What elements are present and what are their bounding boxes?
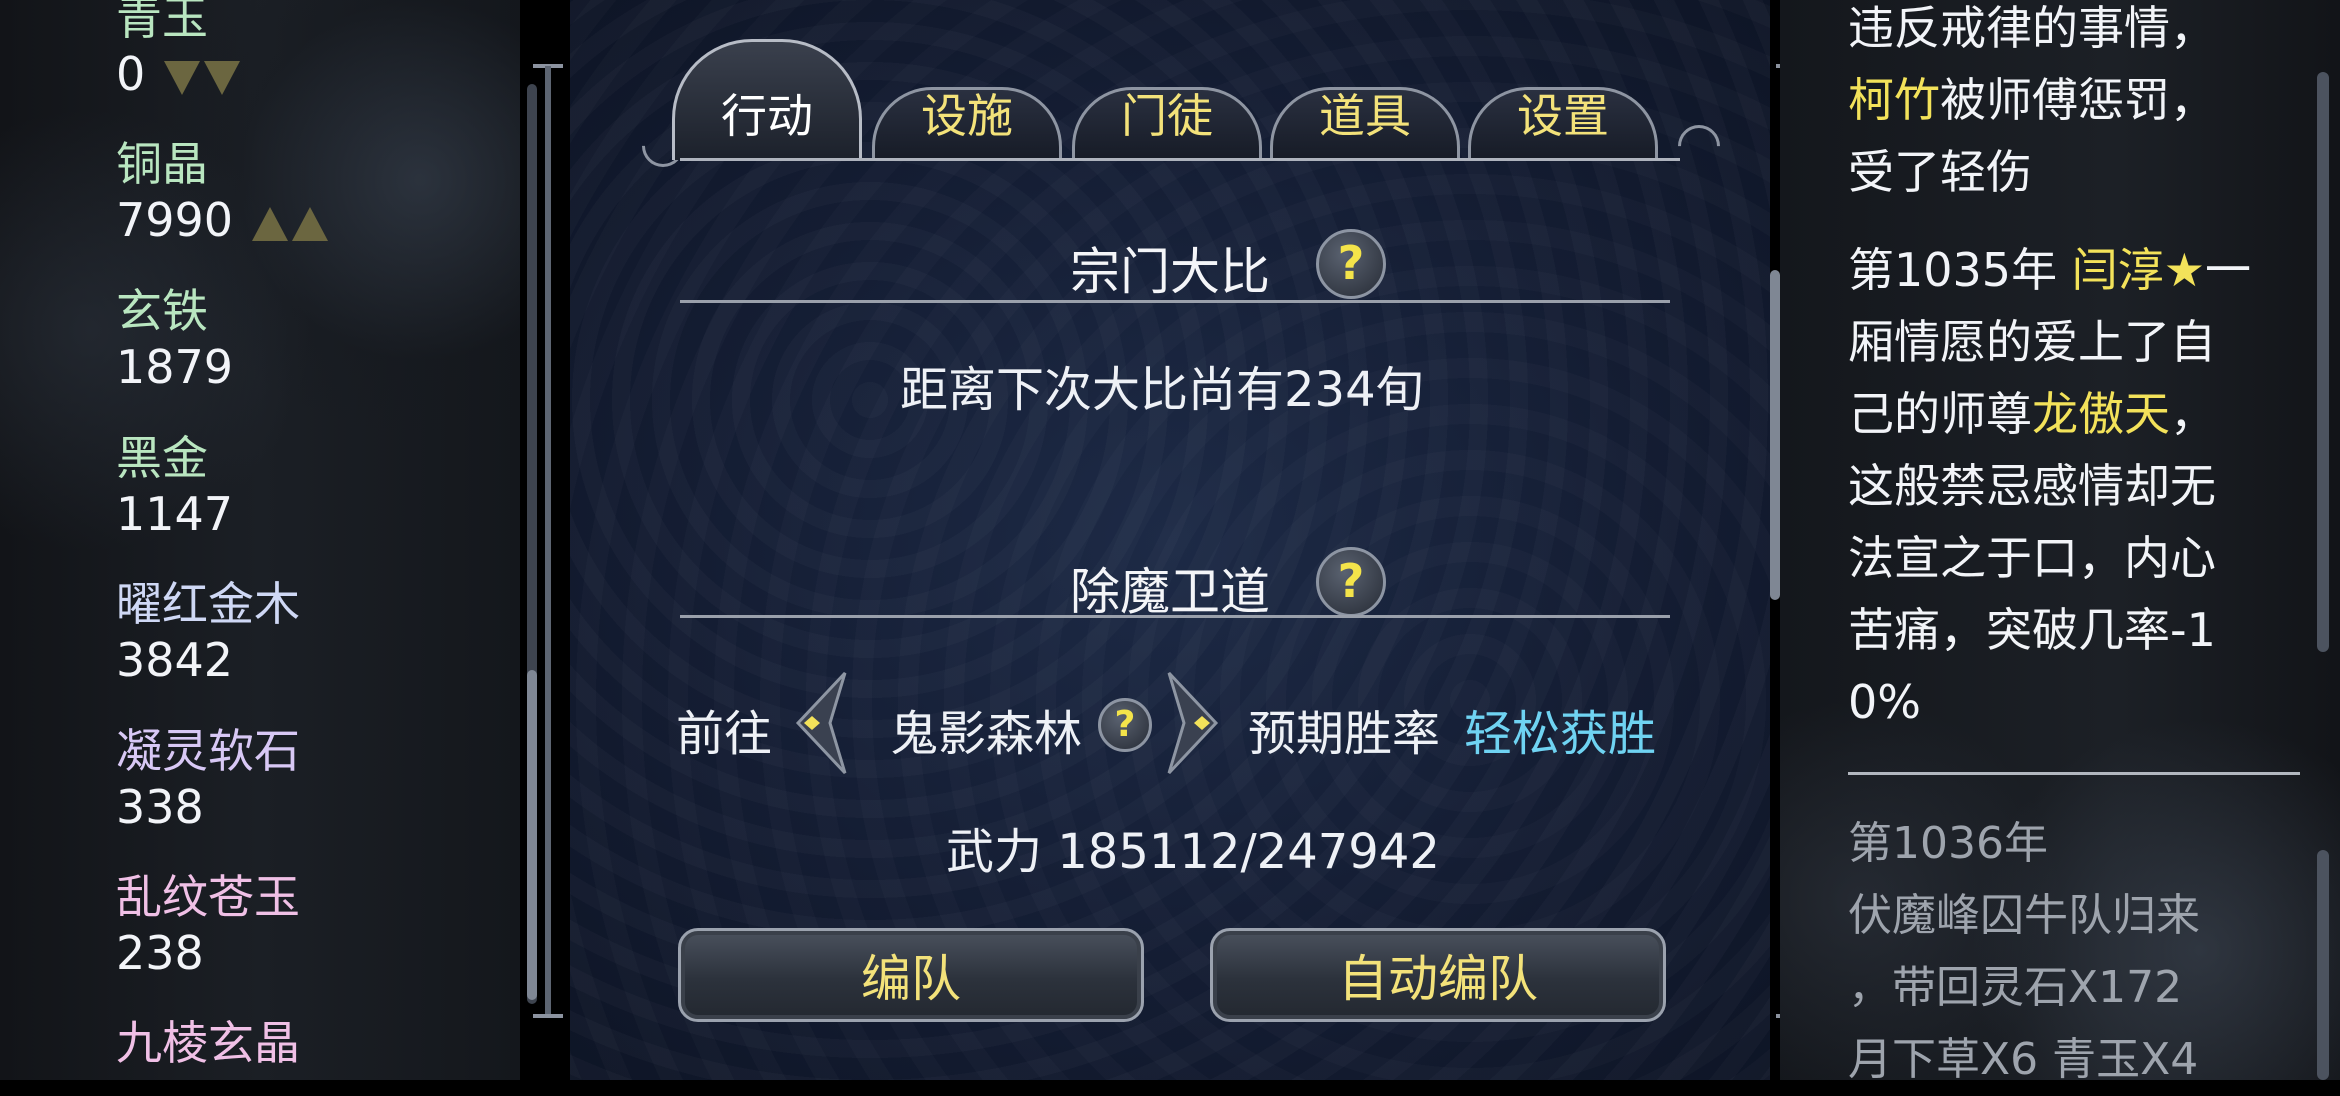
main-panel: 行动 设施 门徒 道具 设置 宗门大比 ? 距离下次大比尚有234旬 除魔卫道 … <box>570 0 1770 1080</box>
tabbar-ornament-right <box>1669 116 1729 176</box>
tab-facilities[interactable]: 设施 <box>872 60 1062 160</box>
log-line: 月下草X6 青玉X4 <box>1848 1034 2199 1085</box>
section-divider <box>680 615 1670 618</box>
demon-slaying-help-button[interactable]: ? <box>1316 547 1386 617</box>
resource-item: 铜晶 7990 <box>116 136 328 248</box>
win-rate-value: 轻松获胜 <box>1464 706 1657 762</box>
log-line: 厢情愿的爱上了自 <box>1848 315 2216 369</box>
resource-value: 1879 <box>116 340 234 394</box>
main-scrollbar-thumb[interactable] <box>1770 270 1780 600</box>
resource-value: 7990 <box>116 192 328 248</box>
auto-team-formation-button[interactable]: 自动编队 <box>1210 928 1666 1022</box>
resource-value: 238 <box>116 926 204 980</box>
trend-up-icon <box>251 206 288 241</box>
tab-action[interactable]: 行动 <box>672 18 862 160</box>
log-line: 伏魔峰囚牛队归来 <box>1848 890 2200 941</box>
section-title-sect-contest: 宗门大比 <box>1070 243 1270 301</box>
goto-label: 前往 <box>676 706 773 762</box>
trend-down-icon <box>163 60 200 95</box>
log-line: 受了轻伤 <box>1848 145 2032 199</box>
scrollbar-track[interactable] <box>545 66 551 1018</box>
section-divider <box>680 300 1670 303</box>
next-location-arrow-icon[interactable] <box>1164 668 1224 778</box>
resource-item: 青玉 0 <box>116 0 240 102</box>
log-entry: 第1035年 闫淳★一 厢情愿的爱上了自 己的师尊龙傲天， 这般禁忌感情却无 法… <box>1848 234 2288 738</box>
log-line: 违反戒律的事情， <box>1848 1 2216 55</box>
power-readout: 武力 185112/247942 <box>946 824 1440 880</box>
resource-value: 1147 <box>116 487 234 541</box>
log-line: ，带回灵石X172 <box>1848 962 2183 1013</box>
log-scrollbar-thumb[interactable] <box>2317 72 2329 652</box>
log-line: 柯竹被师傅惩罚， <box>1848 73 2216 127</box>
location-name: 鬼影森林 <box>890 706 1083 762</box>
resource-value: 338 <box>116 780 204 834</box>
tabbar-divider <box>680 158 1680 161</box>
resource-value: 0 <box>116 46 240 102</box>
log-scrollbar-thumb[interactable] <box>2317 850 2329 1080</box>
log-line: 法宣之于口，内心 <box>1848 531 2216 585</box>
scrollbar-thumb[interactable] <box>527 670 537 1000</box>
tab-items[interactable]: 道具 <box>1270 60 1460 160</box>
sect-contest-help-button[interactable]: ? <box>1316 229 1386 299</box>
resource-name: 乱纹苍玉 <box>116 870 300 924</box>
master-name[interactable]: 龙傲天 <box>2032 387 2170 441</box>
log-line: 己的师尊龙傲天， <box>1848 387 2216 441</box>
prev-location-arrow-icon[interactable] <box>790 668 850 778</box>
resource-panel: 青玉 0 铜晶 7990 玄铁 1879 黑金 1147 曜红金木 3842 凝… <box>0 0 563 1080</box>
disciple-name[interactable]: 闫淳★ <box>2072 243 2205 297</box>
win-rate-label: 预期胜率 <box>1248 706 1441 762</box>
resource-name: 九棱玄晶 <box>116 1016 300 1070</box>
log-line: 这般禁忌感情却无 <box>1848 459 2216 513</box>
log-line: 苦痛，突破几率-1 <box>1848 603 2216 657</box>
tab-disciples[interactable]: 门徒 <box>1072 60 1262 160</box>
team-formation-button[interactable]: 编队 <box>678 928 1144 1022</box>
scrollbar-cap <box>533 1014 563 1018</box>
log-line: 第1035年 闫淳★一 <box>1848 243 2251 297</box>
resource-item: 九棱玄晶 <box>116 1015 300 1071</box>
location-help-button[interactable]: ? <box>1098 698 1152 752</box>
event-log-panel: 违反戒律的事情， 柯竹被师傅惩罚， 受了轻伤 第1035年 闫淳★一 厢情愿的爱… <box>1780 0 2340 1085</box>
tab-settings[interactable]: 设置 <box>1468 60 1658 160</box>
resource-item: 玄铁 1879 <box>116 283 233 395</box>
log-entry: 第1036年 伏魔峰囚牛队归来 ，带回灵石X172 月下草X6 青玉X4 <box>1848 808 2288 1096</box>
resource-item: 乱纹苍玉 238 <box>116 869 300 981</box>
resource-item: 曜红金木 3842 <box>116 576 300 688</box>
log-divider <box>1848 772 2300 775</box>
section-title-demon-slaying: 除魔卫道 <box>1070 563 1270 621</box>
log-line: 第1036年 <box>1848 818 2048 869</box>
disciple-name[interactable]: 柯竹 <box>1848 73 1940 127</box>
resource-name: 青玉 <box>116 0 208 45</box>
resource-name: 曜红金木 <box>116 577 300 631</box>
resource-item: 凝灵软石 338 <box>116 723 300 835</box>
contest-countdown: 距离下次大比尚有234旬 <box>900 362 1424 418</box>
resource-name: 玄铁 <box>116 284 208 338</box>
resource-item: 黑金 1147 <box>116 430 233 542</box>
trend-down-icon <box>203 60 240 95</box>
log-line: 0% <box>1848 675 1921 729</box>
resource-name: 凝灵软石 <box>116 724 300 778</box>
trend-up-icon <box>291 206 328 241</box>
log-entry: 违反戒律的事情， 柯竹被师傅惩罚， 受了轻伤 <box>1848 0 2288 208</box>
resource-value: 3842 <box>116 633 234 687</box>
resource-name: 黑金 <box>116 431 208 485</box>
resource-name: 铜晶 <box>116 137 208 191</box>
